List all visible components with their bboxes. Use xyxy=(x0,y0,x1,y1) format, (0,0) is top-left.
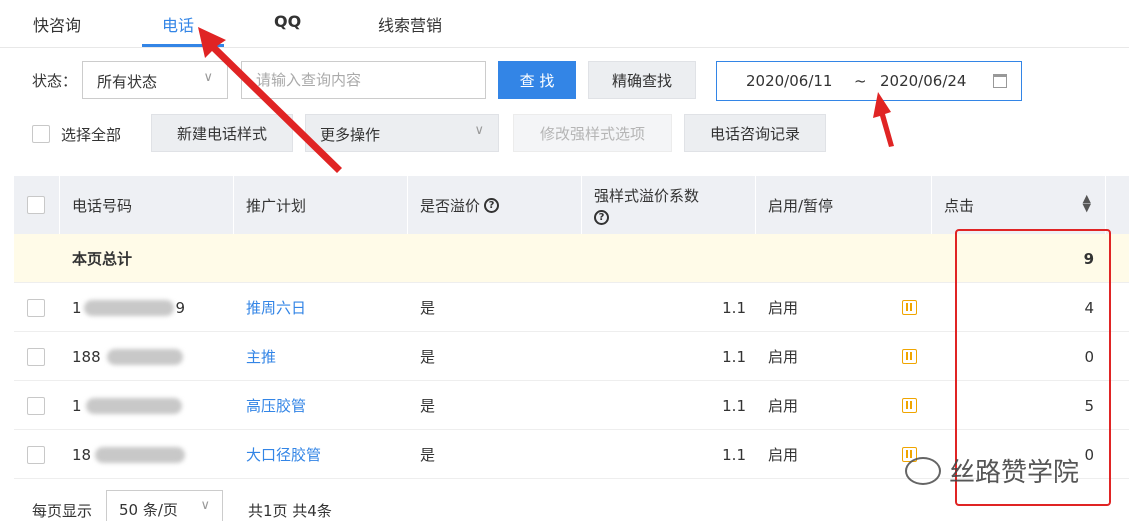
watermark-text: 丝路赞学院 xyxy=(949,458,1080,488)
arrow-to-phone-tab xyxy=(198,27,342,173)
wechat-icon xyxy=(905,456,941,485)
watermark: 丝路赞学院 xyxy=(905,452,1079,489)
annotation-arrows xyxy=(198,27,894,173)
arrow-to-date-range xyxy=(873,92,894,147)
